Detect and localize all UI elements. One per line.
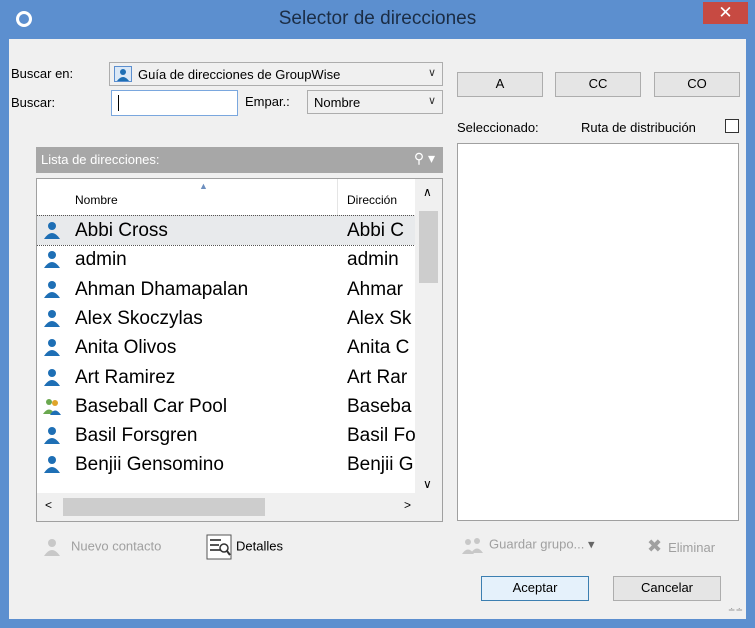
list-item[interactable]: Benjii Gensomino Benjii G [37,450,415,479]
horizontal-scroll-thumb[interactable] [63,498,265,516]
look-in-label: Buscar en: [11,66,74,81]
save-group-button[interactable]: Guardar grupo... ▾ [461,536,595,554]
scroll-left-icon[interactable]: < [45,498,52,512]
search-label: Buscar: [11,95,56,110]
window-title: Selector de direcciones [278,8,477,29]
column-divider[interactable] [337,179,338,215]
selected-recipients-list[interactable] [457,143,739,521]
contact-name: Basil Forsgren [75,425,198,447]
person-icon [44,222,60,239]
search-filter-icon[interactable]: ⚲ ▾ [414,150,435,167]
contact-address: Ahmar [347,278,403,300]
details-label: Detalles [236,538,283,554]
list-item[interactable]: Basil Forsgren Basil Fo [37,421,415,450]
close-button[interactable]: ✕ [703,2,748,24]
list-column-header: ▲ Nombre Dirección [37,179,415,216]
contact-address: Benjii G [347,454,414,476]
list-item[interactable]: Ahman Dhamapalan Ahmar [37,275,415,304]
delete-x-icon: ✖ [647,536,663,556]
match-label: Empar.: [245,94,290,109]
search-input[interactable] [111,90,238,116]
text-caret [118,95,119,111]
ok-button[interactable]: Aceptar [481,576,589,601]
resize-grip-icon[interactable]: ∸∸ [728,605,743,616]
vertical-scrollbar[interactable]: ∧ ∨ [415,179,442,493]
address-list-label: Lista de direcciones: [41,152,160,167]
address-list[interactable]: ▲ Nombre Dirección Abbi Cross Abbi C admin… [36,178,443,522]
group-icon [462,538,483,554]
details-button[interactable]: Detalles [206,534,283,560]
contact-name: Anita Olivos [75,337,177,359]
list-item[interactable]: Abbi Cross Abbi C [37,215,416,246]
person-icon [44,309,60,327]
person-icon [44,456,60,474]
contact-name: Art Ramirez [75,366,176,388]
delete-button[interactable]: ✖ Eliminar [647,536,715,557]
chevron-down-icon: ∨ [427,95,436,107]
sort-ascending-icon: ▲ [199,181,208,191]
contact-name: Benjii Gensomino [75,454,224,476]
contact-name: admin [75,249,127,271]
save-group-label: Guardar grupo... [489,536,585,552]
scrollbar-corner [415,493,442,521]
selected-label: Seleccionado: [457,120,539,135]
contact-name: Baseball Car Pool [75,395,228,417]
contact-name: Ahman Dhamapalan [75,278,249,300]
address-list-header: Lista de direcciones: ⚲ ▾ [36,147,443,173]
vertical-scroll-thumb[interactable] [419,211,438,283]
person-icon [44,339,60,357]
person-icon [44,368,60,386]
new-contact-label: Nuevo contacto [71,538,162,554]
list-item[interactable]: Anita Olivos Anita C [37,333,415,362]
match-combo[interactable]: Nombre ∨ [307,90,443,114]
dialog-body: Buscar en: Guía de direcciones de GroupW… [9,39,746,619]
list-item[interactable]: Baseball Car Pool Baseba [37,392,415,421]
list-item[interactable]: admin admin [37,245,415,274]
dropdown-arrow-icon: ▾ [588,536,595,552]
new-contact-button[interactable]: Nuevo contacto [43,538,161,556]
contact-address: admin [347,249,399,271]
list-item[interactable]: Art Ramirez Art Rar [37,363,415,392]
contact-address: Baseba [347,395,412,417]
contact-address: Abbi C [347,220,405,241]
column-address[interactable]: Dirección [347,193,397,207]
person-icon [44,251,60,269]
horizontal-scrollbar[interactable]: < > [37,493,415,521]
match-value: Nombre [314,95,361,110]
group-icon [43,398,61,415]
bcc-button[interactable]: CO [654,72,740,97]
column-name[interactable]: Nombre [75,193,118,207]
person-add-icon [44,539,60,556]
to-button[interactable]: A [457,72,543,97]
address-selector-window: Selector de direcciones ✕ Buscar en: Guí… [0,0,755,628]
cancel-button[interactable]: Cancelar [613,576,721,601]
list-item[interactable]: Alex Skoczylas Alex Sk [37,304,415,333]
routing-label: Ruta de distribución [581,120,696,135]
chevron-down-icon: ∨ [427,67,436,79]
scroll-up-icon[interactable]: ∧ [423,185,432,199]
contact-address: Alex Sk [347,307,412,329]
contact-address: Anita C [347,337,410,359]
delete-label: Eliminar [668,540,716,555]
look-in-value: Guía de direcciones de GroupWise [138,67,341,82]
contact-address: Basil Fo [347,425,415,447]
cc-button[interactable]: CC [555,72,641,97]
look-in-combo[interactable]: Guía de direcciones de GroupWise ∨ [109,62,443,86]
contact-name: Alex Skoczylas [75,307,203,329]
scroll-down-icon[interactable]: ∨ [423,477,432,491]
contact-name: Abbi Cross [75,220,168,241]
contact-address: Art Rar [347,366,408,388]
person-icon [44,280,60,298]
details-icon [206,534,232,560]
person-icon [44,427,60,445]
address-book-icon [114,66,132,82]
title-bar[interactable]: Selector de direcciones ✕ [1,1,754,39]
routing-checkbox[interactable] [725,119,739,133]
scroll-right-icon[interactable]: > [404,498,411,512]
